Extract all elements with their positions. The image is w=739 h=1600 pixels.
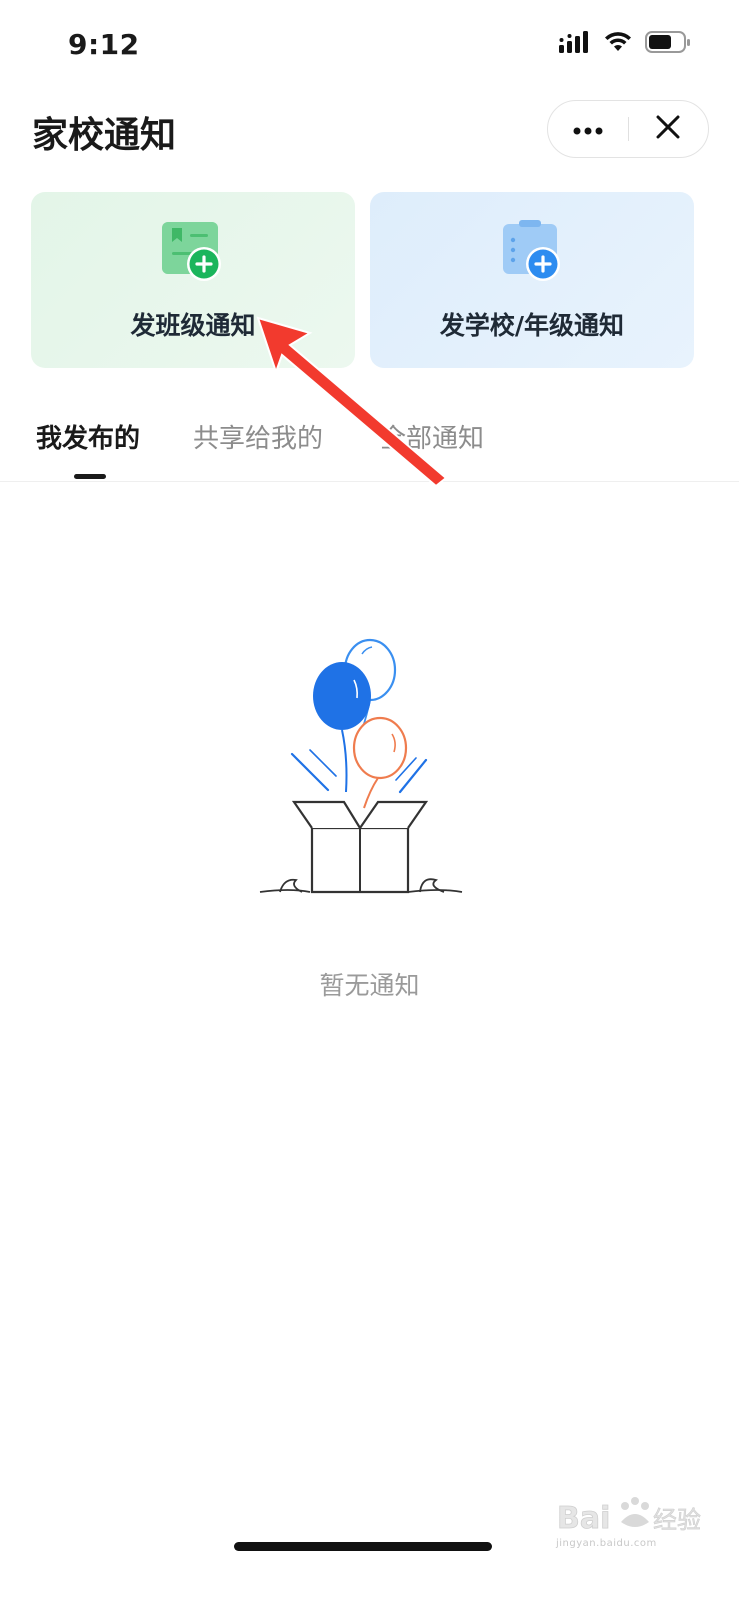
status-bar: 9:12 xyxy=(0,0,739,92)
class-notice-card[interactable]: 发班级通知 xyxy=(31,192,355,368)
notice-tabs: 我发布的 共享给我的 全部通知 xyxy=(0,400,739,482)
wifi-icon xyxy=(603,31,633,57)
signal-icon xyxy=(559,31,591,57)
status-icons xyxy=(559,30,691,58)
balloons-gift-box-illustration xyxy=(250,630,470,900)
battery-icon xyxy=(645,30,691,58)
mini-program-capsule xyxy=(547,100,709,158)
svg-text:Bai: Bai xyxy=(557,1501,610,1536)
tab-all-notices[interactable]: 全部通知 xyxy=(380,418,484,455)
more-button[interactable] xyxy=(548,100,628,158)
more-dots-icon xyxy=(573,120,603,139)
tab-shared-with-me[interactable]: 共享给我的 xyxy=(193,418,323,455)
home-indicator[interactable] xyxy=(234,1542,492,1551)
class-notice-add-icon xyxy=(160,218,226,284)
watermark-url: jingyan.baidu.com xyxy=(556,1538,657,1549)
school-notice-add-icon xyxy=(499,218,565,284)
school-notice-label: 发学校/年级通知 xyxy=(439,311,625,340)
tab-active-indicator xyxy=(74,474,106,479)
tab-my-published[interactable]: 我发布的 xyxy=(36,418,140,455)
close-button[interactable] xyxy=(629,100,709,158)
close-icon xyxy=(656,115,680,143)
empty-state-text: 暂无通知 xyxy=(319,971,420,1000)
page-title: 家校通知 xyxy=(32,115,177,156)
class-notice-label: 发班级通知 xyxy=(130,311,256,340)
svg-text:经验: 经验 xyxy=(653,1506,701,1534)
header: 家校通知 xyxy=(0,92,739,172)
status-time: 9:12 xyxy=(68,28,140,61)
school-notice-card[interactable]: 发学校/年级通知 xyxy=(370,192,694,368)
